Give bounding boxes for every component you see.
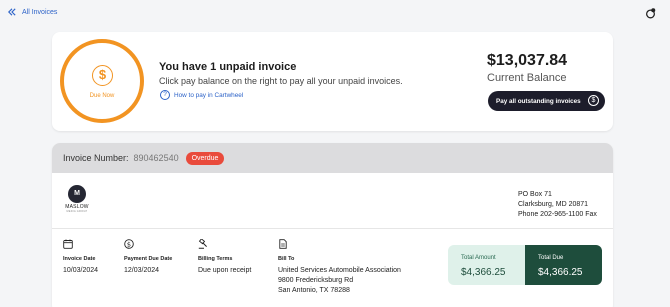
total-due-box: Total Due $4,366.25 (525, 245, 602, 285)
detail-value: 12/03/2024 (124, 267, 160, 274)
detail-value: United Services Automobile Association (278, 267, 401, 274)
dollar-icon: $ (588, 95, 599, 106)
detail-value: 10/03/2024 (63, 267, 99, 274)
detail-label: Invoice Date (63, 256, 96, 262)
invoice-header: Invoice Number: 890462540 Overdue (52, 143, 613, 173)
detail-value: San Antonio, TX 78288 (278, 287, 350, 294)
invoice-number: 890462540 (133, 153, 179, 163)
document-icon (279, 239, 287, 249)
dollar-circle-icon: $ (92, 65, 113, 86)
pay-all-label: Pay all outstanding invoices (496, 97, 581, 105)
totals-panel: Total Amount $4,366.25 Total Due $4,366.… (448, 245, 602, 285)
invoice-card: Invoice Number: 890462540 Overdue M MASL… (52, 143, 613, 307)
detail-label: Payment Due Date (124, 256, 173, 262)
svg-text:$: $ (127, 240, 131, 248)
due-now-ring: $ Due Now (60, 39, 144, 123)
calendar-icon (63, 239, 73, 249)
detail-value: 9800 Fredericksburg Rd (278, 277, 354, 284)
double-chevron-left-icon (8, 8, 16, 16)
vendor-logo-sub: MEDIA GROUP (66, 210, 88, 213)
detail-label: Billing Terms (198, 256, 233, 262)
unpaid-title: You have 1 unpaid invoice (159, 61, 297, 73)
payment-due-block: $ Payment Due Date 12/03/2024 (124, 239, 172, 276)
address-line: Phone 202-965-1100 Fax (518, 211, 597, 218)
billing-terms-block: Billing Terms Due upon receipt (198, 238, 252, 276)
due-now-label: Due Now (89, 93, 115, 99)
pay-all-button[interactable]: Pay all outstanding invoices $ (488, 91, 605, 111)
total-amount-value: $4,366.25 (461, 267, 506, 278)
vendor-logo-mark: M (68, 185, 86, 203)
total-due-value: $4,366.25 (538, 267, 583, 278)
unpaid-summary-card: $ Due Now You have 1 unpaid invoice Clic… (52, 32, 613, 131)
invoice-date-block: Invoice Date 10/03/2024 (63, 239, 98, 276)
bill-to-block: Bill To United Services Automobile Assoc… (278, 239, 401, 296)
divider (52, 228, 613, 229)
how-to-pay-link[interactable]: ? How to pay in Cartwheel (160, 90, 243, 100)
how-to-pay-label: How to pay in Cartwheel (174, 91, 244, 99)
total-amount-label: Total Amount (461, 255, 496, 261)
back-link-label: All Invoices (22, 8, 58, 16)
vendor-logo: M MASLOW MEDIA GROUP (63, 185, 91, 213)
unpaid-subtitle: Click pay balance on the right to pay al… (159, 76, 403, 86)
question-circle-icon: ? (160, 90, 170, 100)
total-amount-box: Total Amount $4,366.25 (448, 245, 525, 285)
detail-label: Bill To (278, 256, 295, 262)
status-badge: Overdue (185, 151, 225, 165)
address-line: PO Box 71 (518, 191, 552, 198)
gavel-icon (198, 238, 207, 249)
current-balance-label: Current Balance (487, 72, 567, 84)
back-to-invoices-link[interactable]: All Invoices (8, 8, 57, 16)
remit-address: PO Box 71 Clarksburg, MD 20871 Phone 202… (518, 190, 597, 220)
invoice-number-label: Invoice Number: (63, 153, 129, 163)
dollar-icon: $ (124, 239, 134, 249)
user-settings-icon[interactable] (645, 8, 656, 19)
detail-value: Due upon receipt (198, 267, 252, 274)
total-due-label: Total Due (538, 255, 564, 261)
address-line: Clarksburg, MD 20871 (518, 201, 589, 208)
current-balance-amount: $13,037.84 (487, 52, 568, 69)
